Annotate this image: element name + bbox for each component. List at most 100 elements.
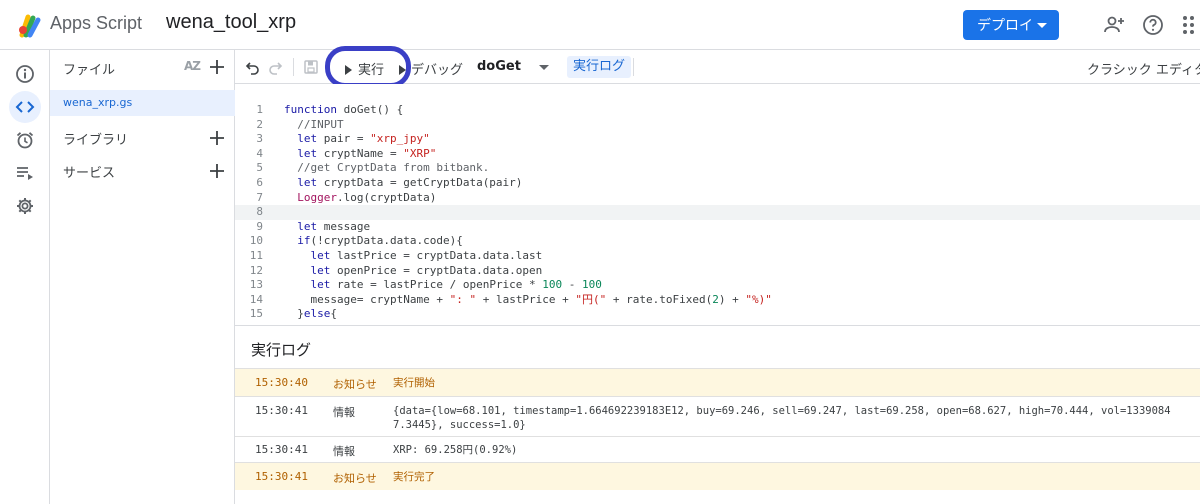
apps-script-logo-icon[interactable] bbox=[16, 11, 44, 39]
line-number: 5 bbox=[256, 161, 263, 175]
add-library-icon[interactable] bbox=[208, 129, 226, 147]
executions-icon bbox=[17, 167, 33, 180]
deploy-button[interactable]: デプロイ bbox=[963, 10, 1059, 40]
code-line[interactable]: 7 Logger.log(cryptData) bbox=[235, 191, 1200, 206]
code-text[interactable]: let rate = lastPrice / openPrice * 100 -… bbox=[284, 278, 602, 293]
classic-editor-link[interactable]: クラシック エディタを bbox=[1087, 59, 1200, 78]
save-icon[interactable] bbox=[303, 59, 319, 75]
help-icon[interactable] bbox=[1141, 13, 1165, 37]
execution-log-toggle[interactable]: 実行ログ bbox=[567, 56, 632, 78]
log-entry: 15:30:40 お知らせ 実行開始 bbox=[235, 368, 1200, 396]
file-item-label: wena_xrp.gs bbox=[63, 96, 133, 109]
rail-settings-button[interactable] bbox=[9, 190, 41, 222]
apps-script-window: Apps Script wena_tool_xrp デプロイ ファイル AZ w… bbox=[0, 0, 1200, 504]
files-panel: ファイル AZ wena_xrp.gs ライブラリ サービス bbox=[50, 50, 235, 504]
code-editor[interactable]: 1 function doGet() {2 //INPUT 3 let pair =… bbox=[235, 84, 1200, 325]
code-text[interactable]: //INPUT bbox=[284, 118, 343, 133]
code-text[interactable]: let openPrice = cryptData.data.open bbox=[284, 264, 543, 279]
chevron-down-icon bbox=[539, 65, 549, 70]
line-number: 13 bbox=[249, 278, 263, 292]
code-line[interactable]: 14 message= cryptName + ": " + lastPrice… bbox=[235, 293, 1200, 308]
apps-grid-icon[interactable] bbox=[1180, 13, 1200, 37]
services-section-title[interactable]: サービス bbox=[63, 162, 115, 181]
code-text[interactable]: if(!cryptData.data.code){ bbox=[284, 234, 463, 249]
code-text[interactable]: //get CryptData from bitbank. bbox=[284, 161, 489, 176]
line-number: 2 bbox=[256, 117, 263, 131]
run-button-label: 実行 bbox=[358, 63, 385, 78]
code-line[interactable]: 6 let cryptData = getCryptData(pair) bbox=[235, 176, 1200, 191]
code-line[interactable]: 12 let openPrice = cryptData.data.open bbox=[235, 264, 1200, 279]
run-button[interactable]: 実行 bbox=[345, 59, 384, 78]
line-number: 1 bbox=[256, 103, 263, 116]
code-text[interactable]: function doGet() { bbox=[284, 103, 403, 118]
log-entry-level: 情報 bbox=[333, 445, 355, 458]
line-number: 6 bbox=[256, 176, 263, 189]
add-file-icon[interactable] bbox=[208, 58, 226, 76]
code-line[interactable]: 5 //get CryptData from bitbank. bbox=[235, 161, 1200, 176]
execution-log-panel: 実行ログ 15:30:40 お知らせ 実行開始 15:30:41 情報 {data={lo… bbox=[235, 325, 1200, 504]
function-select[interactable]: doGet bbox=[471, 55, 555, 79]
log-entry: 15:30:41 お知らせ 実行完了 bbox=[235, 462, 1200, 490]
toolbar-divider bbox=[329, 58, 330, 76]
code-icon bbox=[15, 101, 35, 113]
code-line[interactable]: 11 let lastPrice = cryptData.data.last bbox=[235, 249, 1200, 264]
code-text[interactable]: let message bbox=[284, 220, 370, 235]
code-line[interactable]: 2 //INPUT bbox=[235, 118, 1200, 133]
line-number: 12 bbox=[249, 263, 263, 277]
code-line[interactable]: 1 function doGet() { bbox=[235, 103, 1200, 118]
line-number: 7 bbox=[256, 190, 263, 204]
file-item-wena-xrp[interactable]: wena_xrp.gs bbox=[50, 90, 235, 116]
info-icon bbox=[16, 65, 34, 83]
log-entry-time: 15:30:40 bbox=[255, 376, 308, 389]
log-entry-time: 15:30:41 bbox=[255, 470, 308, 483]
undo-icon[interactable] bbox=[245, 59, 261, 75]
gear-icon bbox=[17, 198, 33, 214]
sort-files-button[interactable]: AZ bbox=[184, 59, 201, 73]
code-text[interactable]: let cryptData = getCryptData(pair) bbox=[284, 176, 522, 191]
app-name[interactable]: Apps Script bbox=[50, 13, 142, 34]
execution-log-title: 実行ログ bbox=[251, 341, 312, 359]
code-text[interactable]: }else{ bbox=[284, 307, 337, 322]
code-line[interactable]: 10 if(!cryptData.data.code){ bbox=[235, 234, 1200, 249]
code-line[interactable]: 15 }else{ bbox=[235, 307, 1200, 322]
code-text[interactable]: let pair = "xrp_jpy" bbox=[284, 132, 429, 147]
editor-toolbar: 実行 デバッグ doGet 実行ログ クラシック エディタを bbox=[235, 46, 1200, 88]
code-line[interactable]: 9 let message bbox=[235, 220, 1200, 235]
rail-triggers-button[interactable] bbox=[9, 124, 41, 156]
code-line[interactable]: 8 bbox=[235, 205, 1200, 220]
rail-editor-button[interactable] bbox=[9, 91, 41, 123]
libraries-section-title[interactable]: ライブラリ bbox=[63, 129, 128, 148]
line-number: 3 bbox=[256, 132, 263, 146]
line-number: 11 bbox=[249, 249, 263, 262]
code-text[interactable]: Logger.log(cryptData) bbox=[284, 191, 436, 206]
code-line[interactable]: 3 let pair = "xrp_jpy" bbox=[235, 132, 1200, 147]
log-entry-time: 15:30:41 bbox=[255, 443, 308, 456]
add-person-icon[interactable] bbox=[1102, 13, 1126, 37]
log-entry-level: 情報 bbox=[333, 406, 355, 419]
code-line[interactable]: 4 let cryptName = "XRP" bbox=[235, 147, 1200, 162]
rail-overview-button[interactable] bbox=[9, 58, 41, 90]
code-line[interactable]: 13 let rate = lastPrice / openPrice * 10… bbox=[235, 278, 1200, 293]
add-service-icon[interactable] bbox=[208, 162, 226, 180]
line-number: 8 bbox=[256, 205, 263, 219]
line-number: 15 bbox=[249, 307, 263, 321]
code-text[interactable]: let cryptName = "XRP" bbox=[284, 147, 436, 162]
debug-icon bbox=[399, 65, 406, 75]
code-text[interactable]: let lastPrice = cryptData.data.last bbox=[284, 249, 543, 264]
deploy-button-label: デプロイ bbox=[977, 18, 1033, 34]
log-entry-time: 15:30:41 bbox=[255, 404, 308, 417]
log-entry: 15:30:41 情報 XRP: 69.258円(0.92%) bbox=[235, 436, 1200, 462]
debug-button-label: デバッグ bbox=[411, 63, 464, 78]
project-title[interactable]: wena_tool_xrp bbox=[166, 11, 296, 34]
line-number: 4 bbox=[256, 146, 263, 160]
debug-button[interactable]: デバッグ bbox=[399, 59, 463, 78]
chevron-down-icon bbox=[1037, 23, 1047, 28]
log-entry-message: {data={low=68.101, timestamp=1.664692239… bbox=[393, 405, 1171, 431]
rail-executions-button[interactable] bbox=[9, 157, 41, 189]
toolbar-divider bbox=[633, 58, 634, 76]
toolbar-divider bbox=[293, 58, 294, 76]
line-number: 9 bbox=[256, 219, 263, 233]
left-rail bbox=[0, 50, 50, 504]
code-text[interactable]: message= cryptName + ": " + lastPrice + … bbox=[284, 293, 771, 308]
redo-icon[interactable] bbox=[267, 59, 283, 75]
